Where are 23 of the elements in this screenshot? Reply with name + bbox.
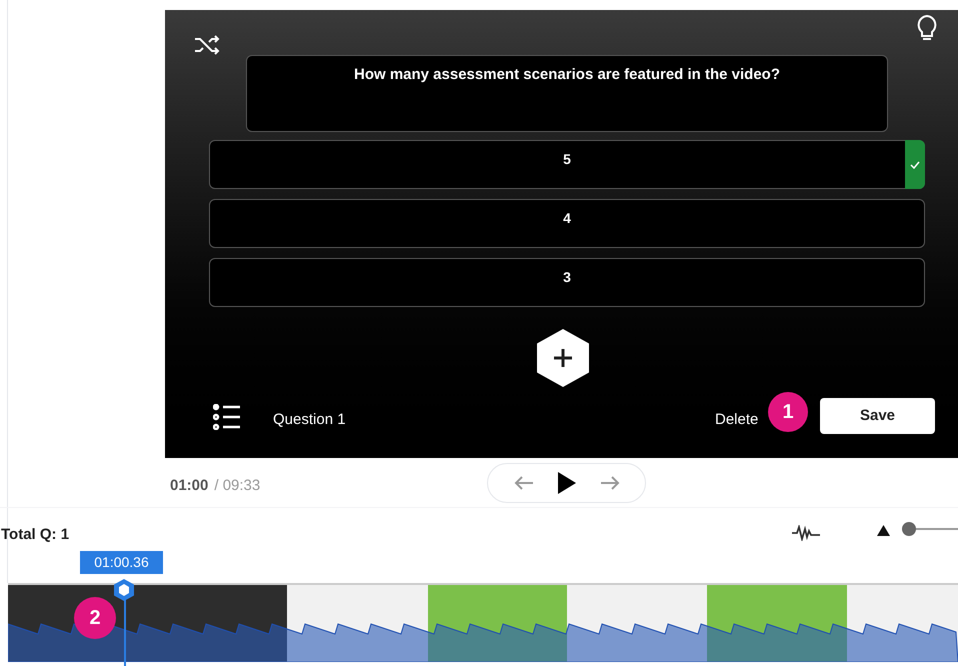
total-questions: Total Q: 1 bbox=[1, 525, 70, 545]
playhead-handle-icon[interactable] bbox=[113, 578, 135, 602]
answer-option[interactable]: 3 bbox=[209, 258, 925, 307]
lightbulb-icon[interactable] bbox=[915, 14, 939, 42]
play-icon[interactable] bbox=[556, 471, 576, 495]
waveform-icon[interactable] bbox=[792, 525, 820, 541]
delete-button[interactable]: Delete bbox=[715, 409, 758, 432]
answer-option[interactable]: 4 bbox=[209, 199, 925, 248]
current-time: 01:00 bbox=[170, 476, 208, 496]
question-label: Question 1 bbox=[273, 410, 346, 430]
playhead-time: 01:00.36 bbox=[80, 551, 163, 574]
question-list-icon[interactable] bbox=[213, 404, 241, 430]
slider-thumb[interactable] bbox=[902, 522, 916, 536]
forward-arrow-icon[interactable] bbox=[600, 475, 620, 491]
answer-option[interactable]: 5 bbox=[209, 140, 925, 189]
shuffle-icon[interactable] bbox=[194, 35, 220, 55]
save-button[interactable]: Save bbox=[820, 398, 935, 434]
add-question-button[interactable] bbox=[536, 328, 590, 388]
zoom-slider[interactable] bbox=[902, 521, 958, 537]
triangle-icon bbox=[877, 525, 890, 536]
total-time: / 09:33 bbox=[214, 476, 260, 496]
back-arrow-icon[interactable] bbox=[514, 475, 534, 491]
question-box[interactable]: How many assessment scenarios are featured in the video? bbox=[246, 55, 888, 132]
